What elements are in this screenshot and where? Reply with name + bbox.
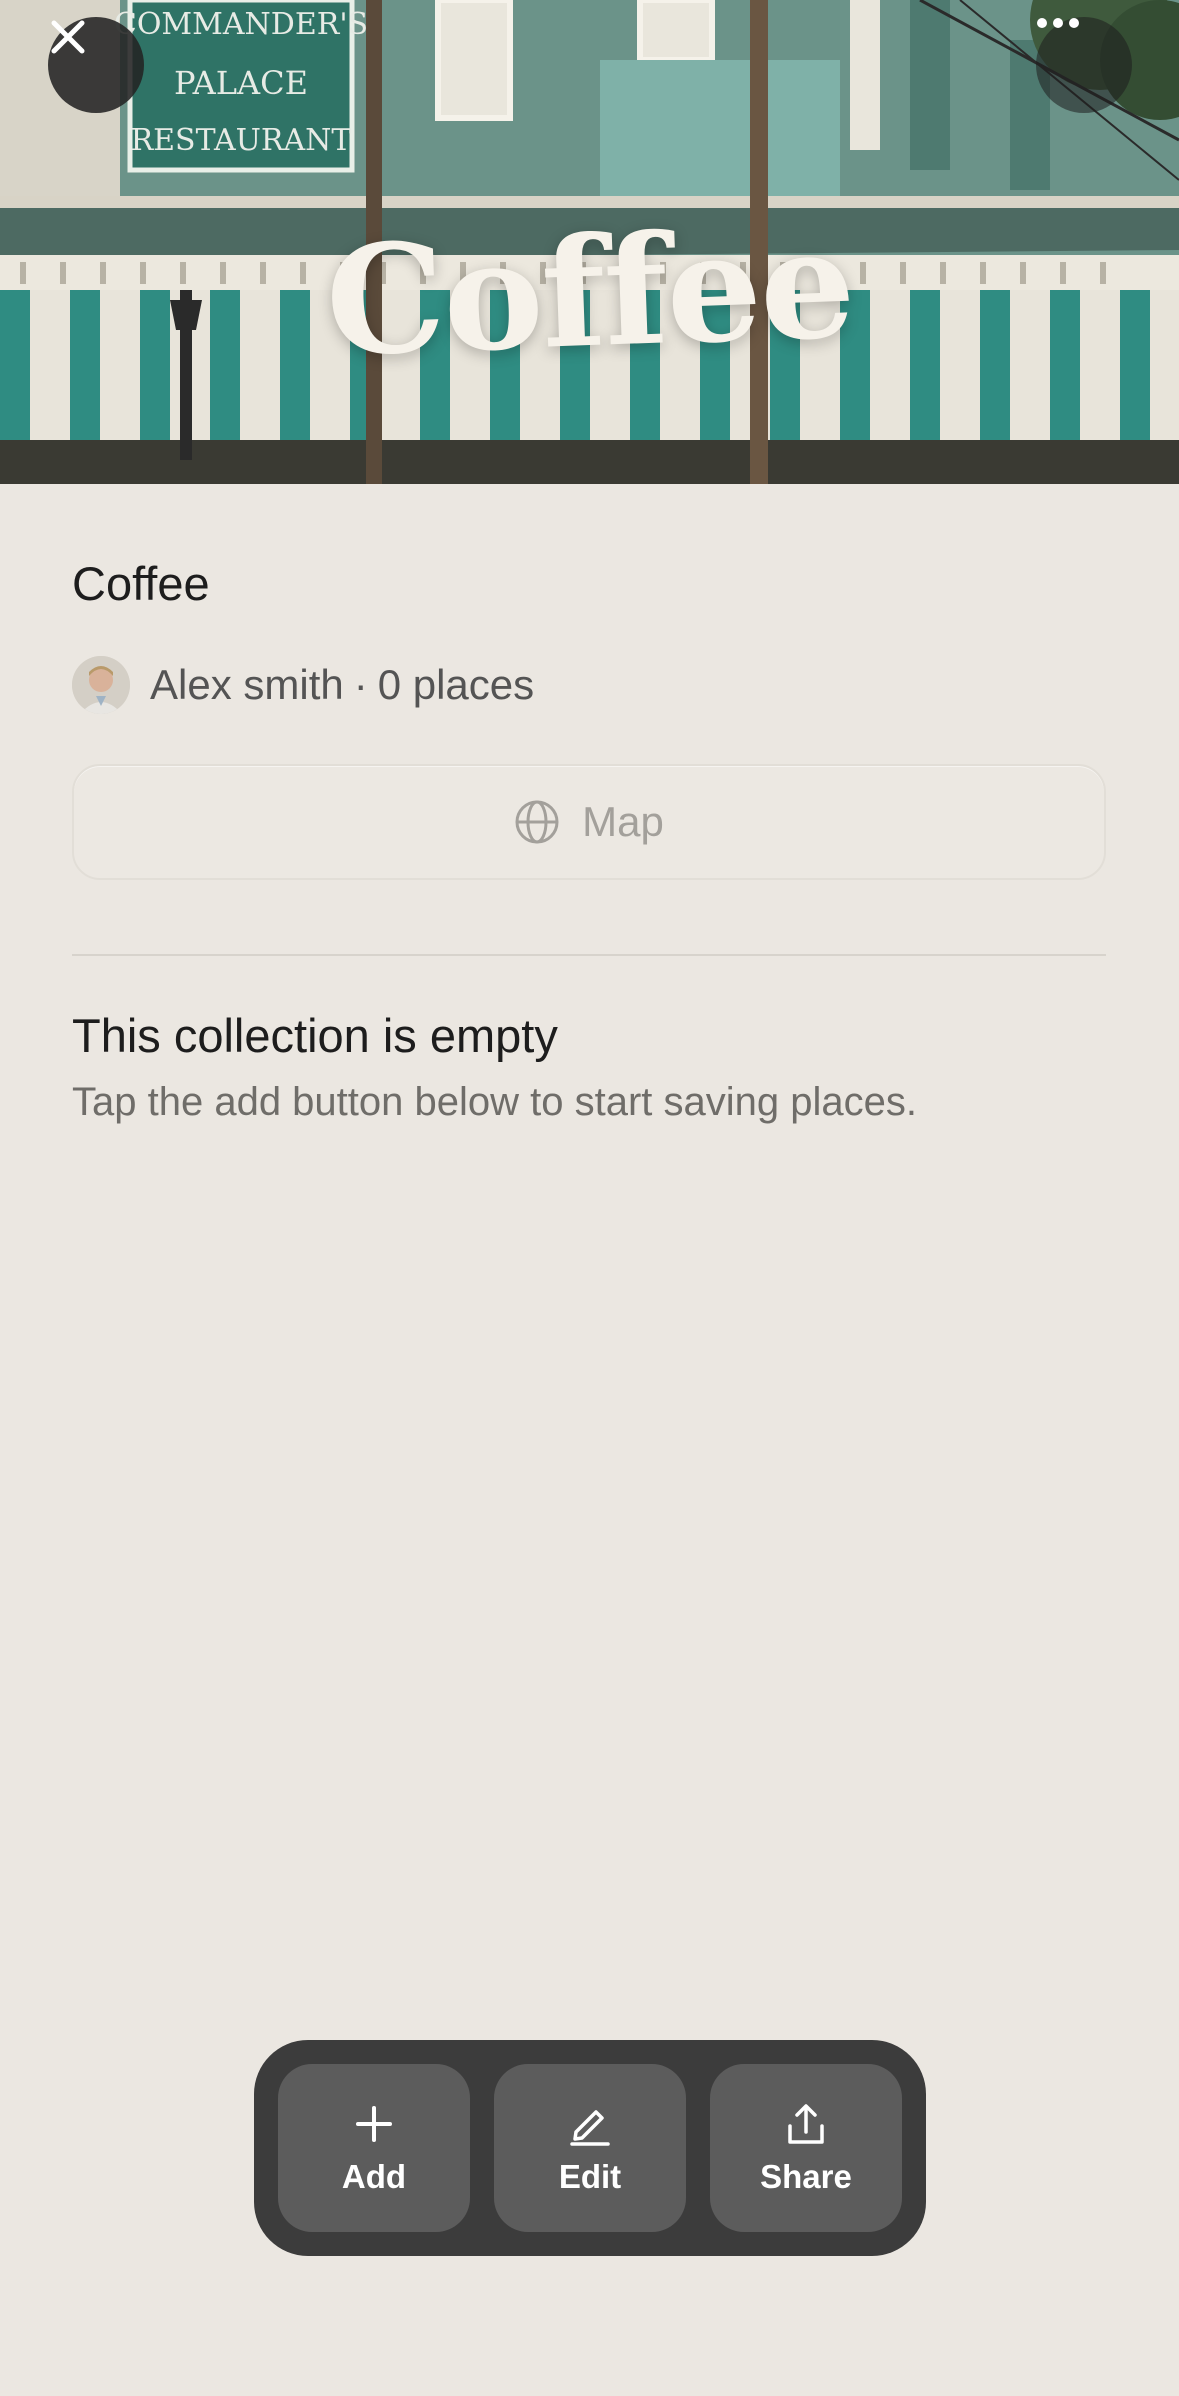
empty-state-description: Tap the add button below to start saving… (72, 1080, 917, 1124)
share-button-label: Share (760, 2158, 852, 2195)
more-options-button[interactable] (1036, 17, 1132, 113)
avatar (72, 656, 130, 714)
edit-button[interactable]: Edit (494, 2064, 686, 2232)
avatar-image (72, 656, 130, 714)
plus-icon (356, 2106, 392, 2142)
empty-state-title: This collection is empty (72, 1009, 558, 1062)
add-button[interactable]: Add (278, 2064, 470, 2232)
cover-image: COMMANDER'S PALACE RESTAURANT Coffee (0, 0, 1179, 484)
owner-name: Alex smith (150, 661, 344, 708)
map-button-label: Map (582, 798, 664, 845)
add-button-label: Add (341, 2158, 407, 2195)
globe-icon (515, 800, 559, 844)
collection-title: Coffee (72, 557, 210, 610)
more-horizontal-icon (1037, 18, 1079, 28)
edit-button-label: Edit (558, 2158, 622, 2195)
owner-info: Alex smith · 0 places (150, 661, 534, 709)
sign-line-1: COMMANDER'S (114, 7, 368, 42)
share-icon (788, 2104, 824, 2144)
owner-row[interactable]: Alex smith · 0 places (72, 656, 534, 714)
separator: · (353, 661, 368, 708)
close-icon (51, 20, 85, 54)
place-count: 0 places (377, 661, 535, 708)
divider (72, 954, 1106, 956)
sign-line-2: PALACE (174, 64, 308, 102)
pencil-icon (570, 2110, 610, 2146)
sign-line-3: RESTAURANT (131, 123, 352, 158)
close-button[interactable] (48, 17, 144, 113)
action-bar: Add Edit Share (254, 2040, 926, 2256)
share-button[interactable]: Share (710, 2064, 902, 2232)
collection-page: COMMANDER'S PALACE RESTAURANT Coffee Cof… (0, 0, 1179, 2396)
map-button[interactable]: Map (72, 764, 1106, 880)
